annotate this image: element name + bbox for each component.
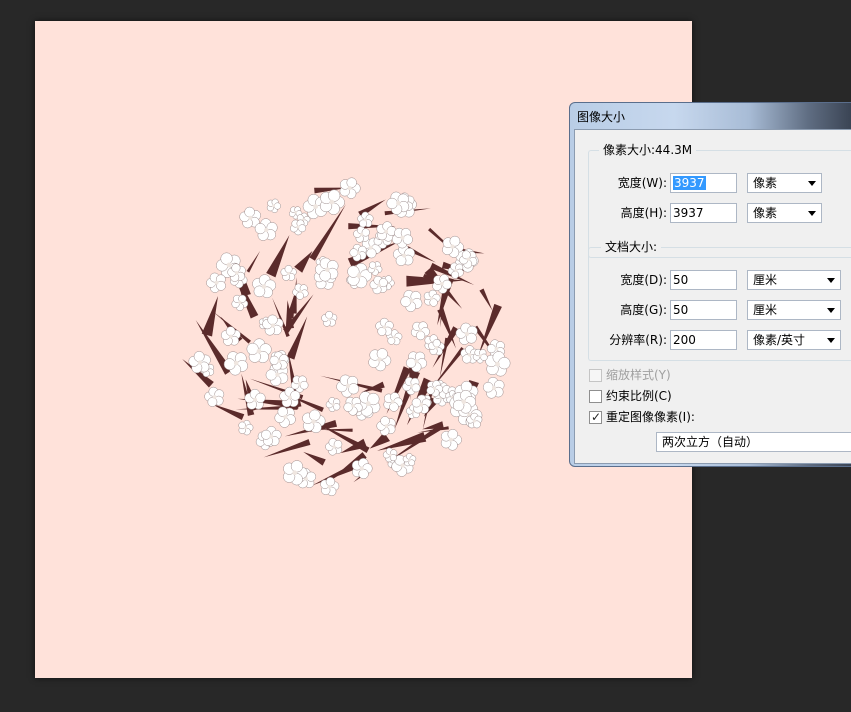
blossom [482, 376, 505, 399]
branch [210, 403, 245, 421]
blossom [347, 262, 372, 289]
doc-width-unit-select[interactable]: 厘米 [747, 270, 841, 290]
doc-height-unit-value: 厘米 [753, 303, 778, 317]
blossom [382, 447, 398, 463]
blossom [336, 374, 360, 398]
resample-image-label: 重定图像像素(I): [606, 410, 695, 424]
resolution-unit-select[interactable]: 像素/英寸 [747, 330, 841, 350]
chevron-down-icon [808, 211, 816, 216]
dialog-title: 图像大小 [577, 110, 626, 124]
blossom [321, 310, 338, 327]
blossom [325, 397, 341, 412]
scale-styles-label: 缩放样式(Y) [606, 368, 671, 382]
blossom [391, 227, 413, 249]
blossom [383, 392, 403, 412]
blossom [280, 265, 297, 281]
blossom [402, 453, 417, 467]
branch [422, 421, 444, 430]
branch [479, 288, 493, 311]
doc-height-label: 高度(G): [620, 303, 667, 317]
doc-height-unit-select[interactable]: 厘米 [747, 300, 841, 320]
blossom [188, 351, 211, 374]
blossom [261, 426, 282, 446]
resolution-unit-value: 像素/英寸 [753, 333, 806, 347]
branch [246, 250, 261, 273]
pixel-height-unit-select[interactable]: 像素 [747, 203, 822, 223]
blossom [252, 274, 277, 299]
doc-height-input[interactable]: 50 [670, 300, 737, 320]
blossom [485, 351, 511, 377]
chevron-down-icon [827, 338, 835, 343]
image-size-dialog: 图像大小 像素大小:44.3M 宽度(W): 3937 像素 高度(H): 39… [569, 102, 851, 467]
branch [303, 451, 326, 466]
pixel-height-unit-value: 像素 [753, 206, 778, 220]
document-size-title: 文档大小: [601, 239, 662, 255]
blossom [440, 429, 462, 451]
blossom [320, 476, 340, 497]
pixel-width-label: 宽度(W): [617, 176, 667, 190]
blossom [455, 322, 478, 345]
blossom [220, 326, 241, 346]
blossom [368, 348, 392, 372]
blossom [369, 275, 388, 295]
blossom [238, 420, 254, 436]
blossom [204, 386, 225, 407]
blossom [351, 457, 373, 480]
pixel-dimensions-title: 像素大小:44.3M [599, 142, 697, 158]
doc-width-input[interactable]: 50 [670, 270, 737, 290]
blossom [266, 198, 281, 213]
branch [201, 295, 219, 337]
blossom [375, 317, 394, 336]
blossom [246, 338, 272, 364]
resolution-input[interactable]: 200 [670, 330, 737, 350]
blossom [339, 177, 361, 199]
doc-width-label: 宽度(D): [620, 273, 667, 287]
checkmark-icon: ✓ [591, 410, 602, 424]
branch [294, 251, 313, 273]
scale-styles-checkbox[interactable] [589, 369, 602, 382]
pixel-width-unit-value: 像素 [753, 176, 778, 190]
dialog-titlebar[interactable]: 图像大小 [570, 103, 851, 129]
resolution-label: 分辨率(R): [609, 333, 667, 347]
doc-width-unit-value: 厘米 [753, 273, 778, 287]
blossom [423, 289, 441, 307]
chevron-down-icon [827, 278, 835, 283]
blossom [206, 272, 226, 293]
pixel-width-input[interactable]: 3937 [670, 173, 737, 193]
resample-method-select[interactable]: 两次立方（自动） [656, 432, 851, 452]
pixel-width-unit-select[interactable]: 像素 [747, 173, 822, 193]
blossom [376, 416, 396, 436]
pixel-height-label: 高度(H): [620, 206, 667, 220]
chevron-down-icon [827, 308, 835, 313]
blossom [290, 219, 307, 236]
resample-image-checkbox[interactable]: ✓ [589, 410, 602, 424]
pixel-height-input[interactable]: 3937 [670, 203, 737, 223]
blossom [274, 406, 296, 428]
dialog-body: 像素大小:44.3M 宽度(W): 3937 像素 高度(H): 3937 像素… [574, 129, 851, 464]
blossom [231, 294, 249, 312]
constrain-proportions-label: 约束比例(C) [606, 389, 672, 403]
chevron-down-icon [808, 181, 816, 186]
blossom [400, 290, 423, 312]
blossom [325, 438, 343, 456]
constrain-proportions-checkbox[interactable] [589, 390, 602, 403]
